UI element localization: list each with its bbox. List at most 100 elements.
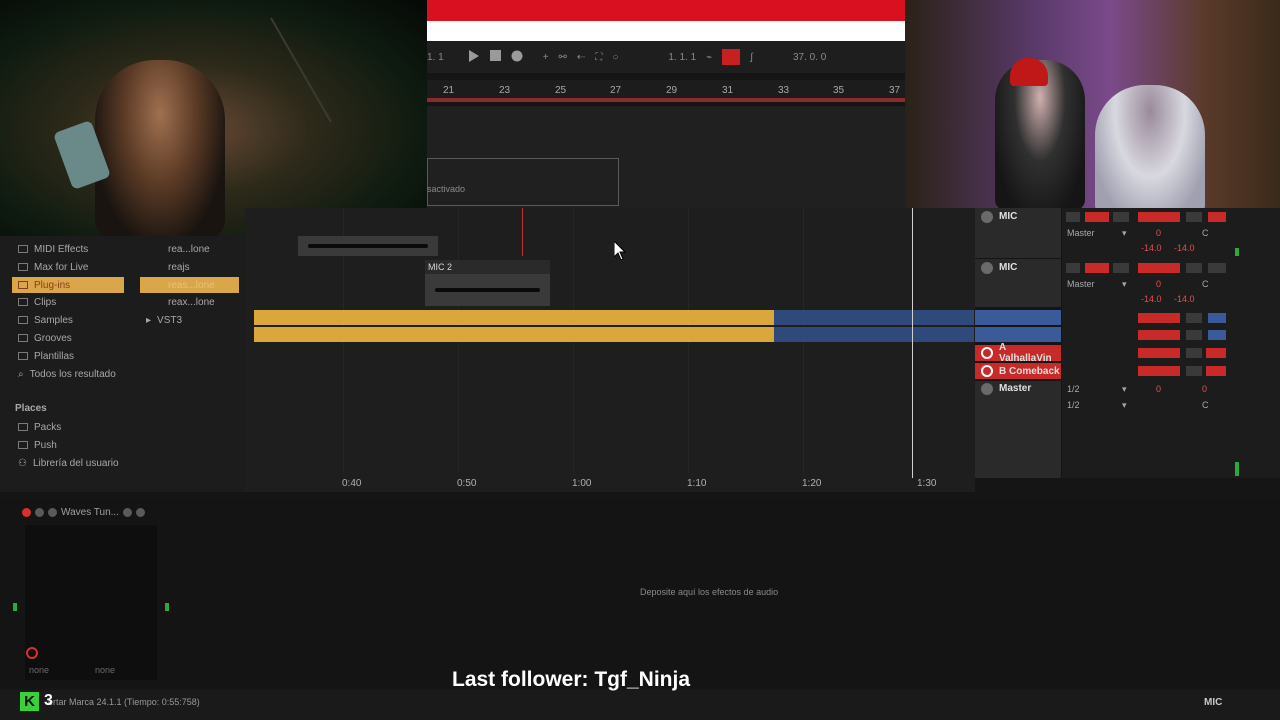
master-input-2[interactable]: 1/2 [1067,400,1080,410]
track-activator-button[interactable] [1138,263,1180,273]
item-label: reax...lone [168,296,215,308]
category-label: Plug-ins [34,279,71,291]
track-header-blue-2[interactable] [975,327,1061,342]
solo-button[interactable] [1186,366,1202,376]
chevron-down-icon[interactable]: ▾ [1122,400,1127,411]
arm-button[interactable] [1206,366,1226,376]
bar-ruler[interactable]: 21 23 25 27 29 31 33 35 37 [427,80,905,102]
device-power-icon[interactable] [22,507,31,517]
automation-icon[interactable]: ⚯ [559,52,567,63]
solo-button[interactable] [1186,330,1202,340]
master-volume-right[interactable]: 0 [1202,384,1207,394]
browser-category-all-results[interactable]: ⌕ Todos los resultado [12,366,124,382]
capture-icon[interactable]: ⛶ [595,52,602,63]
track-activator-button[interactable] [1138,366,1180,376]
selected-region-a[interactable] [774,310,974,325]
master-volume[interactable]: 0 [1156,384,1161,394]
output-routing[interactable]: Master [1067,228,1095,238]
arm-button[interactable] [1208,330,1226,340]
plugin-folder-vst3[interactable]: ▸ VST3 [140,312,239,328]
locator-marker[interactable] [522,208,523,256]
browser-category-samples[interactable]: Samples [12,312,124,328]
plugin-item[interactable]: reax...lone [140,294,239,310]
pan-value[interactable]: C [1202,228,1209,238]
position-left[interactable]: 1. 1 [427,52,444,63]
monitor-in-button[interactable] [1066,212,1080,222]
loop-length[interactable]: 37. 0. 0 [793,52,826,63]
monitor-in-button[interactable] [1066,263,1080,273]
solo-button[interactable] [1186,348,1202,358]
sidechain-select-a[interactable]: none [29,665,49,675]
track-header-return-b[interactable]: B Comeback [975,363,1061,379]
browser-category-max[interactable]: Max for Live [12,259,124,275]
solo-button[interactable] [1186,313,1202,323]
volume-value[interactable]: 0 [1156,279,1161,289]
clip-title: MIC 2 [425,260,550,274]
solo-button[interactable] [1186,263,1202,273]
arm-record-button[interactable] [722,49,741,65]
track-activator-button[interactable] [1138,330,1180,340]
device-menu-icon[interactable] [135,507,145,517]
browser-category-templates[interactable]: Plantillas [12,348,124,364]
output-routing[interactable]: Master [1067,279,1095,289]
browser-category-plugins[interactable]: Plug-ins [12,277,124,293]
audio-clip-mic1[interactable] [298,236,438,256]
arm-button[interactable] [1208,212,1226,222]
track-header-return-a[interactable]: A ValhallaVin [975,342,1061,364]
track-header-master[interactable]: Master [975,381,1061,478]
device-wrench-icon[interactable] [35,507,44,517]
chevron-down-icon[interactable]: ▾ [1122,228,1127,239]
arm-button[interactable] [1208,263,1226,273]
stop-icon[interactable] [489,50,501,64]
playhead[interactable] [912,208,913,478]
device-header[interactable]: Waves Tun... [22,505,162,519]
chevron-down-icon[interactable]: ▾ [1122,384,1127,395]
track-activator-button[interactable] [1138,313,1180,323]
overdub-icon[interactable]: + [543,52,549,63]
position-mid[interactable]: 1. 1. 1 [668,52,696,63]
plugin-item[interactable]: rea...lone [140,241,239,257]
pan-value[interactable]: C [1202,279,1209,289]
device-expand-icon[interactable] [48,507,57,517]
audio-clip-return-b[interactable] [254,327,774,342]
last-follower-text: Last follower: Tgf_Ninja [452,668,691,691]
browser-category-midi-effects[interactable]: MIDI Effects [12,241,124,257]
volume-value[interactable]: 0 [1156,228,1161,238]
master-pan[interactable]: C [1202,400,1209,410]
loop-icon[interactable]: ○ [612,52,618,63]
audio-clip-return-a[interactable] [254,310,774,325]
monitor-off-button[interactable] [1113,263,1129,273]
track-header-mic1[interactable]: MIC [975,208,1061,258]
monitor-auto-button[interactable] [1085,263,1109,273]
plugin-item[interactable]: reas...lone [140,277,239,293]
selected-region-b[interactable] [774,327,974,342]
back-arrow-icon[interactable]: ⇠ [577,52,585,63]
monitor-off-button[interactable] [1113,212,1129,222]
browser-category-clips[interactable]: Clips [12,294,124,310]
places-user-library[interactable]: ⚇ Librería del usuario [12,455,134,471]
draw-icon[interactable]: ⌁ [706,52,712,63]
arm-button[interactable] [1208,313,1226,323]
deactivated-clip[interactable] [427,158,619,206]
solo-button[interactable] [1186,212,1202,222]
places-push[interactable]: Push [12,437,124,453]
audio-clip-mic2[interactable]: MIC 2 [425,260,550,306]
track-activator-button[interactable] [1138,212,1180,222]
sidechain-record-icon[interactable] [26,647,38,659]
monitor-auto-button[interactable] [1085,212,1109,222]
track-header-mic2[interactable]: MIC [975,259,1061,307]
browser-category-grooves[interactable]: Grooves [12,330,124,346]
sidechain-select-b[interactable]: none [95,665,115,675]
places-packs[interactable]: Packs [12,419,124,435]
arm-button[interactable] [1206,348,1226,358]
plugin-item[interactable]: reajs [140,259,239,275]
play-icon[interactable] [468,49,480,65]
track-activator-button[interactable] [1138,348,1180,358]
device-edit-icon[interactable] [122,507,132,517]
time-axis[interactable]: 0:40 0:50 1:00 1:10 1:20 1:30 [254,476,974,492]
master-input-1[interactable]: 1/2 [1067,384,1080,394]
chevron-down-icon[interactable]: ▾ [1122,279,1127,290]
curve-icon[interactable]: ∫ [750,52,753,63]
track-header-blue-1[interactable] [975,310,1061,325]
record-icon[interactable] [511,50,523,65]
